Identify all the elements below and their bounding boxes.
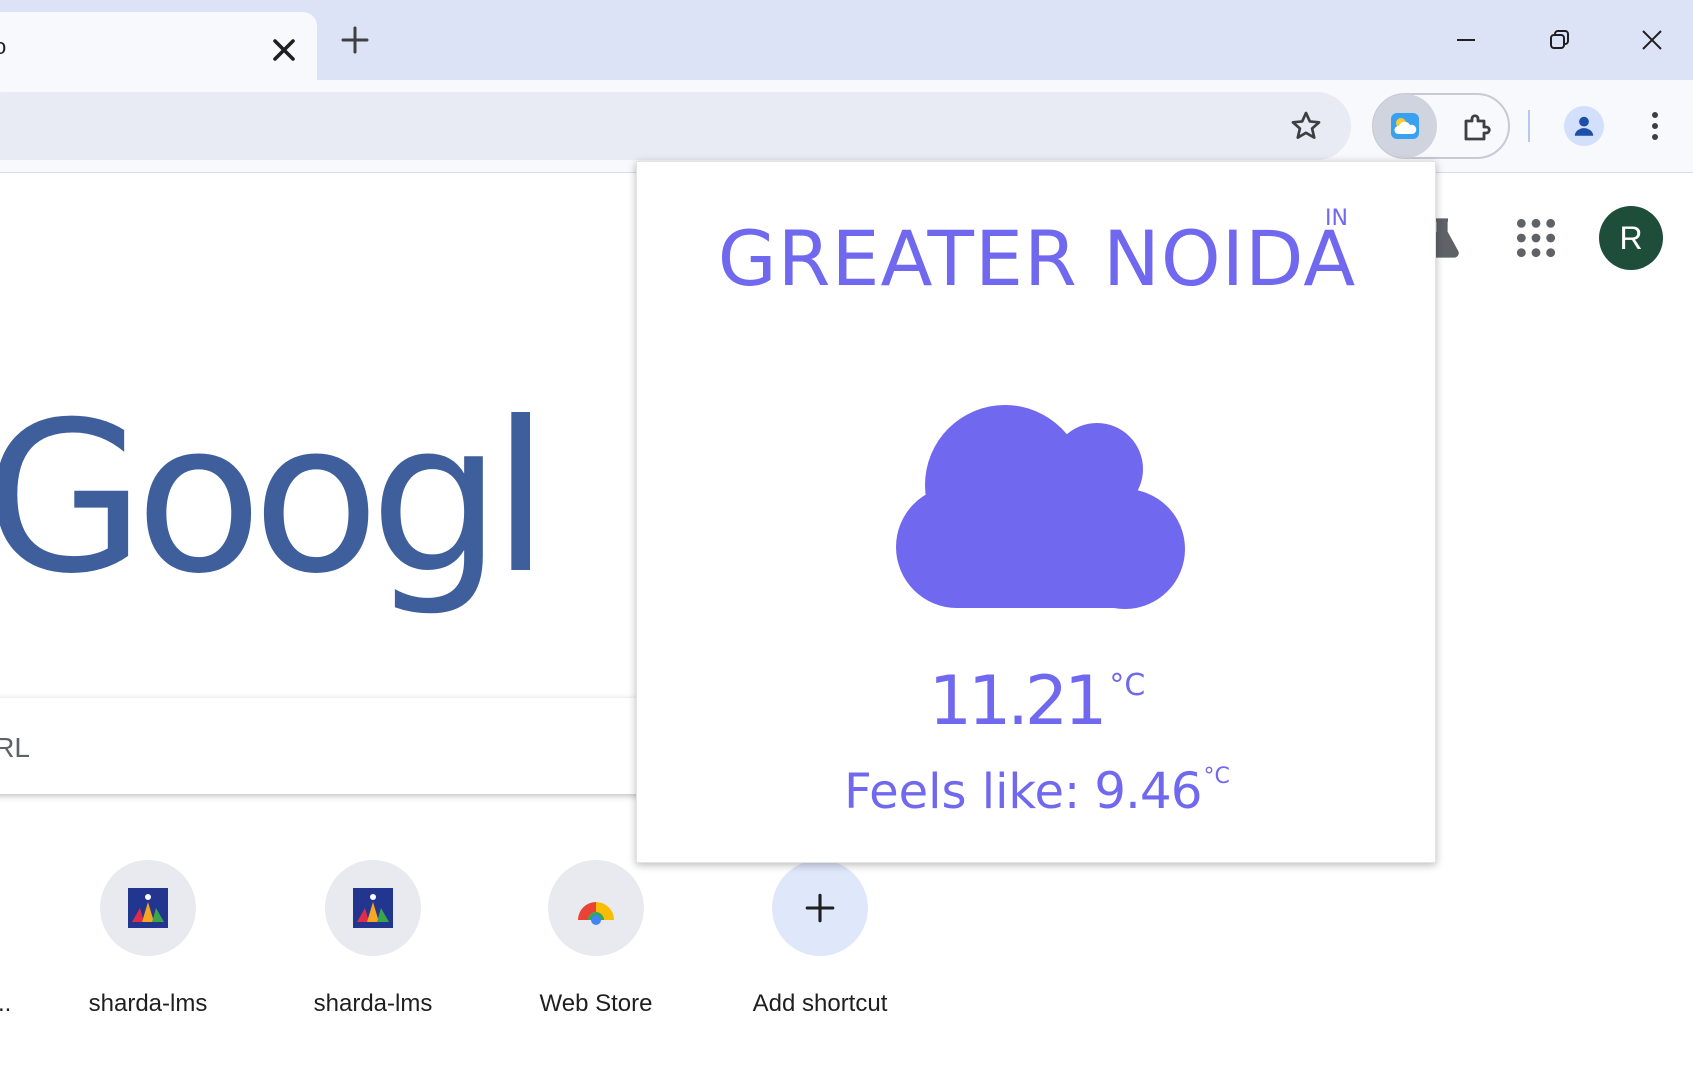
feels-like-row: Feels like: 9.46°C [637,762,1437,820]
person-icon [1574,116,1594,136]
webstore-icon [578,902,614,925]
plus-icon [805,893,835,923]
close-icon [1642,30,1662,50]
puzzle-icon [1464,114,1491,141]
sharda-logo-icon [353,888,393,928]
grid-icon[interactable] [1514,216,1558,260]
shortcut-label: Add shortcut [752,990,888,1017]
restore-icon [1550,30,1569,49]
kebab-icon [1652,112,1658,140]
tab-title: o [0,34,7,59]
toolbar-separator [1528,110,1530,142]
country-code: IN [1325,206,1348,231]
temperature-unit: °C [1109,668,1146,703]
weather-icon [1391,113,1419,139]
shortcut-tile[interactable]: Web Store [496,860,696,1030]
shortcut-icon-circle [772,860,868,956]
sharda-logo-icon [128,888,168,928]
plus-icon[interactable] [337,22,373,58]
weather-popup: GREATER NOIDA IN 11.21 °C Feels like: 9.46… [636,161,1436,863]
restore-button[interactable] [1536,18,1584,62]
shortcut-tile[interactable]: sharda-lms [48,860,248,1030]
profile-button[interactable] [1564,106,1604,146]
feels-like-label: Feels like: [844,764,1081,820]
close-window-button[interactable] [1628,18,1676,62]
shortcut-label-truncated: .. [0,990,12,1017]
search-placeholder: RL [0,732,30,763]
chrome-menu-button[interactable] [1635,104,1675,148]
address-bar[interactable] [0,92,1351,160]
shortcut-label: sharda-lms [88,990,208,1017]
extensions-button[interactable] [1453,102,1503,152]
temperature-value: 11.21 [928,662,1108,741]
minimize-icon [1457,39,1475,41]
add-shortcut-tile[interactable]: Add shortcut [720,860,920,1030]
minimize-button[interactable] [1442,18,1490,62]
browser-toolbar [0,80,1693,173]
tab-strip: o [0,0,1693,80]
bookmark-button[interactable] [1284,104,1328,148]
shortcut-label: sharda-lms [313,990,433,1017]
google-logo: Google [0,400,544,620]
shortcut-icon-circle [325,860,421,956]
close-icon[interactable] [266,32,302,68]
shortcut-tile[interactable]: sharda-lms [273,860,473,1030]
temperature-row: 11.21 °C [637,662,1437,741]
feels-like-value: 9.46 [1094,762,1202,820]
feels-like-unit: °C [1203,764,1230,789]
avatar[interactable]: R [1599,206,1663,270]
svg-text:Google: Google [0,400,544,620]
city-name: GREATER NOIDA [717,214,1357,303]
shortcut-icon-circle [100,860,196,956]
star-icon [1291,111,1321,139]
shortcut-label: Web Store [539,990,653,1017]
browser-tab[interactable]: o [0,12,317,80]
search-box[interactable]: RL [0,698,680,794]
cloud-icon [896,405,1185,609]
weather-extension-button[interactable] [1373,94,1437,158]
shortcut-icon-circle [548,860,644,956]
